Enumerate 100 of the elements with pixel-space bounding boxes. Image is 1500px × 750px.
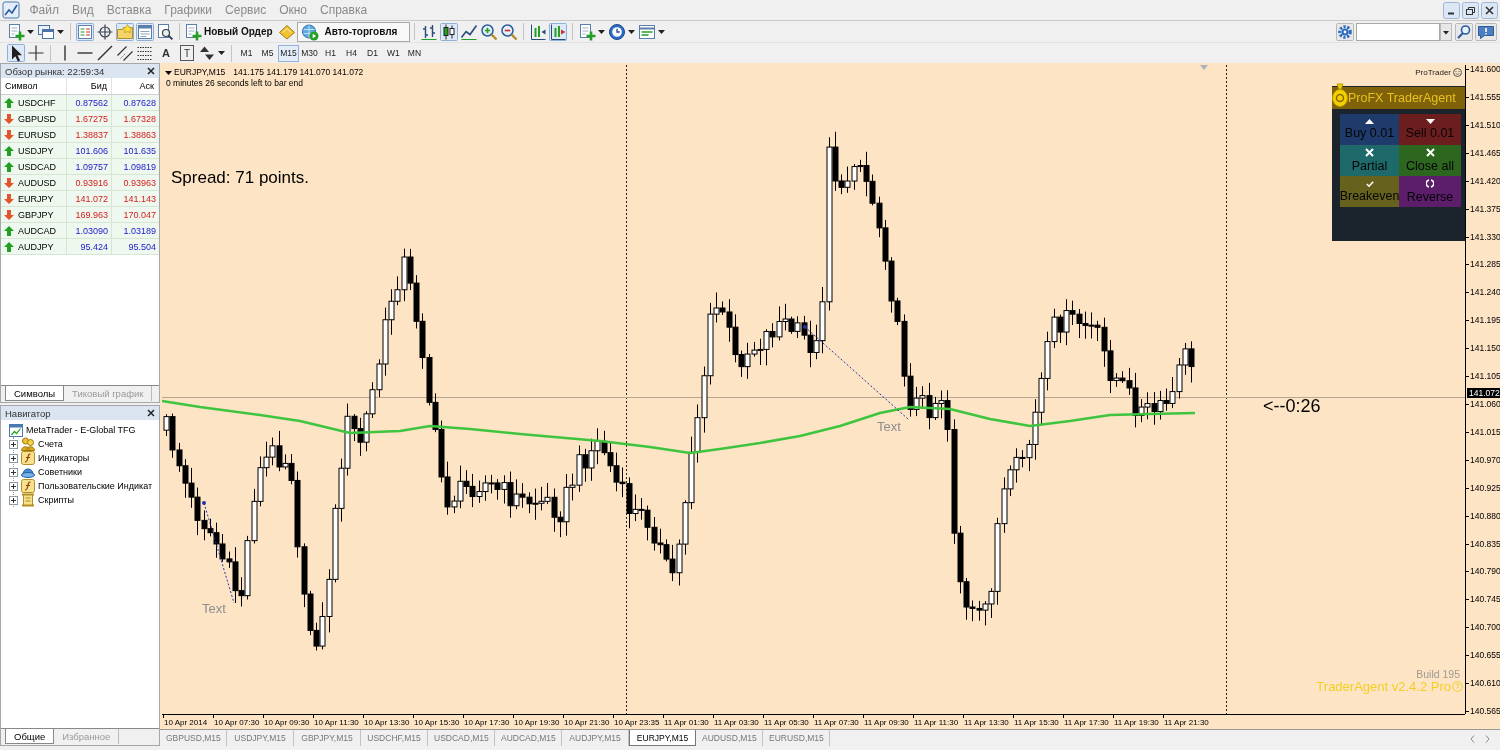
quote-row[interactable]: USDCHF 0.87562 0.87628 (1, 95, 159, 111)
caret-icon[interactable] (628, 29, 636, 34)
chart-tab[interactable]: GBPUSD,M15 (160, 730, 227, 746)
list-window-icon[interactable] (76, 22, 94, 41)
quote-row[interactable]: AUDUSD 0.93916 0.93963 (1, 175, 159, 191)
chevron-right-icon[interactable] (1485, 735, 1490, 743)
trend-line[interactable] (202, 501, 235, 604)
timeframe-button[interactable]: H4 (340, 44, 362, 62)
timeframe-button[interactable]: D1 (361, 44, 383, 62)
dotted-lines-icon[interactable] (136, 44, 154, 62)
circular-arrows-icon (1426, 179, 1434, 188)
parallel-lines-icon[interactable] (116, 44, 134, 62)
trend-line[interactable] (803, 325, 909, 420)
quote-row[interactable]: EURUSD 1.38837 1.38863 (1, 127, 159, 143)
clock-icon[interactable] (608, 22, 627, 41)
zoom-in-icon[interactable] (480, 22, 499, 41)
restore-icon[interactable] (1462, 1, 1479, 19)
quote-row[interactable]: USDCAD 1.09757 1.09819 (1, 159, 159, 175)
column-header[interactable]: Бид (67, 78, 112, 94)
expand-icon[interactable] (9, 467, 18, 477)
time-label: 10 Apr 11:30 (314, 718, 359, 728)
tree-item[interactable]: MetaTrader - E-Global TFG (26, 425, 136, 435)
chart-tab[interactable]: GBPJPY,M15 (294, 730, 361, 746)
timeframe-button[interactable]: M1 (235, 44, 257, 62)
candlestick-icon[interactable] (440, 22, 459, 41)
expand-icon[interactable] (9, 481, 18, 491)
timeframe-button[interactable]: W1 (382, 44, 404, 62)
quote-row[interactable]: AUDJPY 95.424 95.504 (1, 239, 159, 255)
column-header[interactable]: Символ (1, 78, 67, 94)
close-icon[interactable] (1481, 1, 1498, 19)
quote-row[interactable]: AUDCAD 1.03090 1.03189 (1, 223, 159, 239)
document-plus-icon[interactable] (578, 22, 597, 41)
caret-icon[interactable] (217, 51, 225, 55)
cursor-icon[interactable] (7, 44, 25, 62)
chart-tab[interactable]: EURUSD,M15 (763, 730, 830, 746)
chart-tab[interactable]: USDCAD,M15 (428, 730, 495, 746)
panel-tab[interactable]: Общие (5, 729, 55, 744)
close-icon[interactable] (147, 67, 155, 75)
timeframe-button[interactable]: M30 (298, 44, 320, 62)
bid-cell: 169.963 (67, 207, 112, 222)
caret-icon[interactable] (658, 29, 666, 34)
tree-item[interactable]: Индикаторы (38, 453, 90, 463)
timeframe-button[interactable]: M5 (256, 44, 278, 62)
quote-row[interactable]: USDJPY 101.606 101.635 (1, 143, 159, 159)
chart-tab[interactable]: EURJPY,M15 (629, 730, 696, 746)
settings-icon[interactable] (1336, 22, 1354, 41)
quote-row[interactable]: GBPJPY 169.963 170.047 (1, 207, 159, 223)
diamond-icon[interactable] (277, 22, 296, 41)
timeframe-button[interactable]: M15 (277, 44, 299, 62)
search-field[interactable] (1356, 22, 1440, 41)
arrows-icon[interactable] (197, 44, 216, 62)
chart-tab[interactable]: AUDUSD,M15 (696, 730, 763, 746)
tree-item[interactable]: Счета (38, 439, 63, 449)
search-icon[interactable] (1455, 22, 1473, 41)
magnifier-document-icon[interactable] (156, 22, 174, 41)
time-label: 10 Apr 17:30 (464, 718, 510, 728)
diagonal-line-icon[interactable] (96, 44, 114, 62)
chat-icon[interactable] (1475, 22, 1497, 41)
tree-item[interactable]: Советники (38, 467, 82, 477)
app-icon[interactable] (2, 1, 20, 19)
expand-icon[interactable] (9, 453, 18, 463)
column-header[interactable]: Аск (112, 78, 159, 94)
bar-chart-icon[interactable] (420, 22, 439, 41)
chevron-left-icon[interactable] (1470, 735, 1475, 743)
tree-item[interactable]: Пользовательские Индикат (38, 481, 153, 491)
chart-tab[interactable]: AUDCAD,M15 (495, 730, 562, 746)
caret-icon[interactable] (1440, 22, 1452, 41)
caret-icon[interactable] (165, 71, 172, 75)
panel-tab[interactable]: Символы (5, 386, 65, 401)
spread-label: Spread: 71 points. (171, 168, 309, 188)
quote-row[interactable]: EURJPY 141.072 141.143 (1, 191, 159, 207)
close-icon[interactable] (147, 409, 155, 417)
caret-icon[interactable] (598, 29, 606, 34)
timeframe-button[interactable]: MN (403, 44, 425, 62)
crosshair-icon[interactable] (96, 22, 114, 41)
document-plus-icon[interactable] (7, 22, 25, 41)
text-tool-button[interactable]: A (158, 45, 174, 61)
chart-shift-icon[interactable] (529, 22, 548, 41)
crosshair-icon[interactable] (27, 44, 45, 62)
expand-icon[interactable] (9, 495, 18, 505)
time-label: 10 Apr 2014 (164, 718, 208, 728)
shift-marker-icon[interactable] (1200, 65, 1208, 70)
panel-window-icon[interactable] (136, 22, 154, 41)
auto-scroll-icon[interactable] (549, 22, 568, 41)
label-tool-button[interactable]: T (179, 45, 194, 61)
caret-icon[interactable] (57, 29, 64, 34)
template-icon[interactable] (638, 22, 657, 41)
new-order-button[interactable]: Новый Ордер (184, 21, 277, 42)
chart-tab[interactable]: USDJPY,M15 (227, 730, 294, 746)
tree-item[interactable]: Скрипты (38, 495, 74, 505)
stacked-windows-icon[interactable] (37, 22, 55, 41)
timeframe-button[interactable]: H1 (319, 44, 341, 62)
quote-row[interactable]: GBPUSD 1.67275 1.67328 (1, 111, 159, 127)
expand-icon[interactable] (9, 439, 18, 449)
line-chart-icon[interactable] (460, 22, 479, 41)
chart-tab[interactable]: USDCHF,M15 (361, 730, 428, 746)
globe-play-icon (300, 22, 319, 41)
zoom-out-icon[interactable] (500, 22, 519, 41)
caret-icon[interactable] (27, 29, 34, 34)
auto-trading-button[interactable]: Авто-торговля (296, 21, 411, 42)
